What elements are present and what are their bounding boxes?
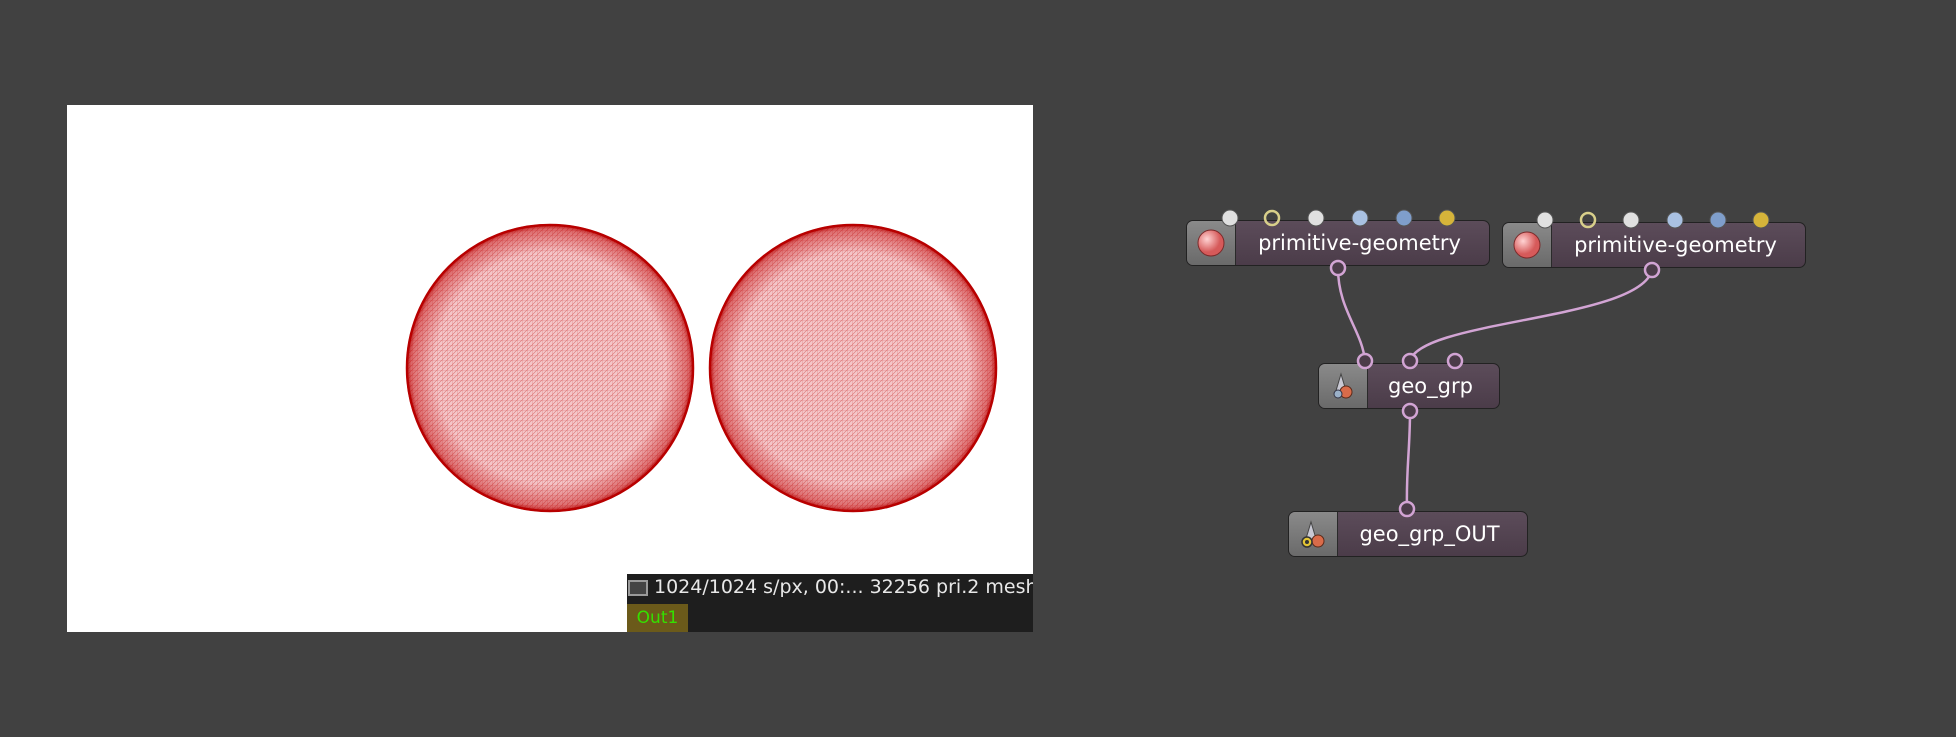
- port-input[interactable]: [1395, 209, 1413, 227]
- wire-primgeo2-to-geogrp: [1408, 269, 1654, 362]
- node-icon-box: [1187, 221, 1236, 265]
- node-icon-box: [1289, 512, 1338, 556]
- node-label: primitive-geometry: [1258, 231, 1461, 255]
- render-status-bar: 1024/1024 s/px, 00:... 32256 pri.2 meshe…: [627, 574, 1033, 632]
- node-primitive-geometry-1[interactable]: primitive-geometry: [1186, 220, 1490, 266]
- port-input[interactable]: [1622, 211, 1640, 229]
- port-input[interactable]: [1438, 209, 1456, 227]
- port-input[interactable]: [1398, 500, 1416, 518]
- render-viewport[interactable]: 1024/1024 s/px, 00:... 32256 pri.2 meshe…: [67, 105, 1033, 632]
- wire-primgeo1-to-geogrp: [1336, 267, 1367, 362]
- port-output[interactable]: [1329, 259, 1347, 277]
- node-geo-grp[interactable]: geo_grp: [1318, 363, 1500, 409]
- render-canvas: [405, 223, 998, 513]
- port-input[interactable]: [1221, 209, 1239, 227]
- geometry-group-icon: [1333, 372, 1353, 399]
- render-status-icon[interactable]: [628, 580, 648, 596]
- geometry-output-icon: [1301, 520, 1325, 548]
- node-geo-grp-out[interactable]: geo_grp_OUT: [1288, 511, 1528, 557]
- port-input[interactable]: [1536, 211, 1554, 229]
- port-input[interactable]: [1356, 352, 1374, 370]
- port-input[interactable]: [1666, 211, 1684, 229]
- output-label[interactable]: Out1: [627, 604, 688, 632]
- sphere-icon: [1513, 231, 1541, 259]
- sphere-left: [405, 223, 695, 513]
- node-label: geo_grp_OUT: [1359, 522, 1500, 546]
- port-output[interactable]: [1401, 402, 1419, 420]
- node-icon-box: [1319, 364, 1368, 408]
- node-primitive-geometry-2[interactable]: primitive-geometry: [1502, 222, 1806, 268]
- port-input[interactable]: [1446, 352, 1464, 370]
- sphere-right: [708, 223, 998, 513]
- wire-geogrp-to-out: [1405, 410, 1412, 510]
- node-icon-box: [1503, 223, 1552, 267]
- port-output[interactable]: [1643, 261, 1661, 279]
- node-label: geo_grp: [1388, 374, 1473, 398]
- port-input[interactable]: [1709, 211, 1727, 229]
- port-input[interactable]: [1307, 209, 1325, 227]
- port-input[interactable]: [1351, 209, 1369, 227]
- node-label: primitive-geometry: [1574, 233, 1777, 257]
- sphere-icon: [1197, 229, 1225, 257]
- render-status-text: 1024/1024 s/px, 00:... 32256 pri.2 meshe: [654, 576, 1033, 598]
- port-input[interactable]: [1401, 352, 1419, 370]
- port-input[interactable]: [1752, 211, 1770, 229]
